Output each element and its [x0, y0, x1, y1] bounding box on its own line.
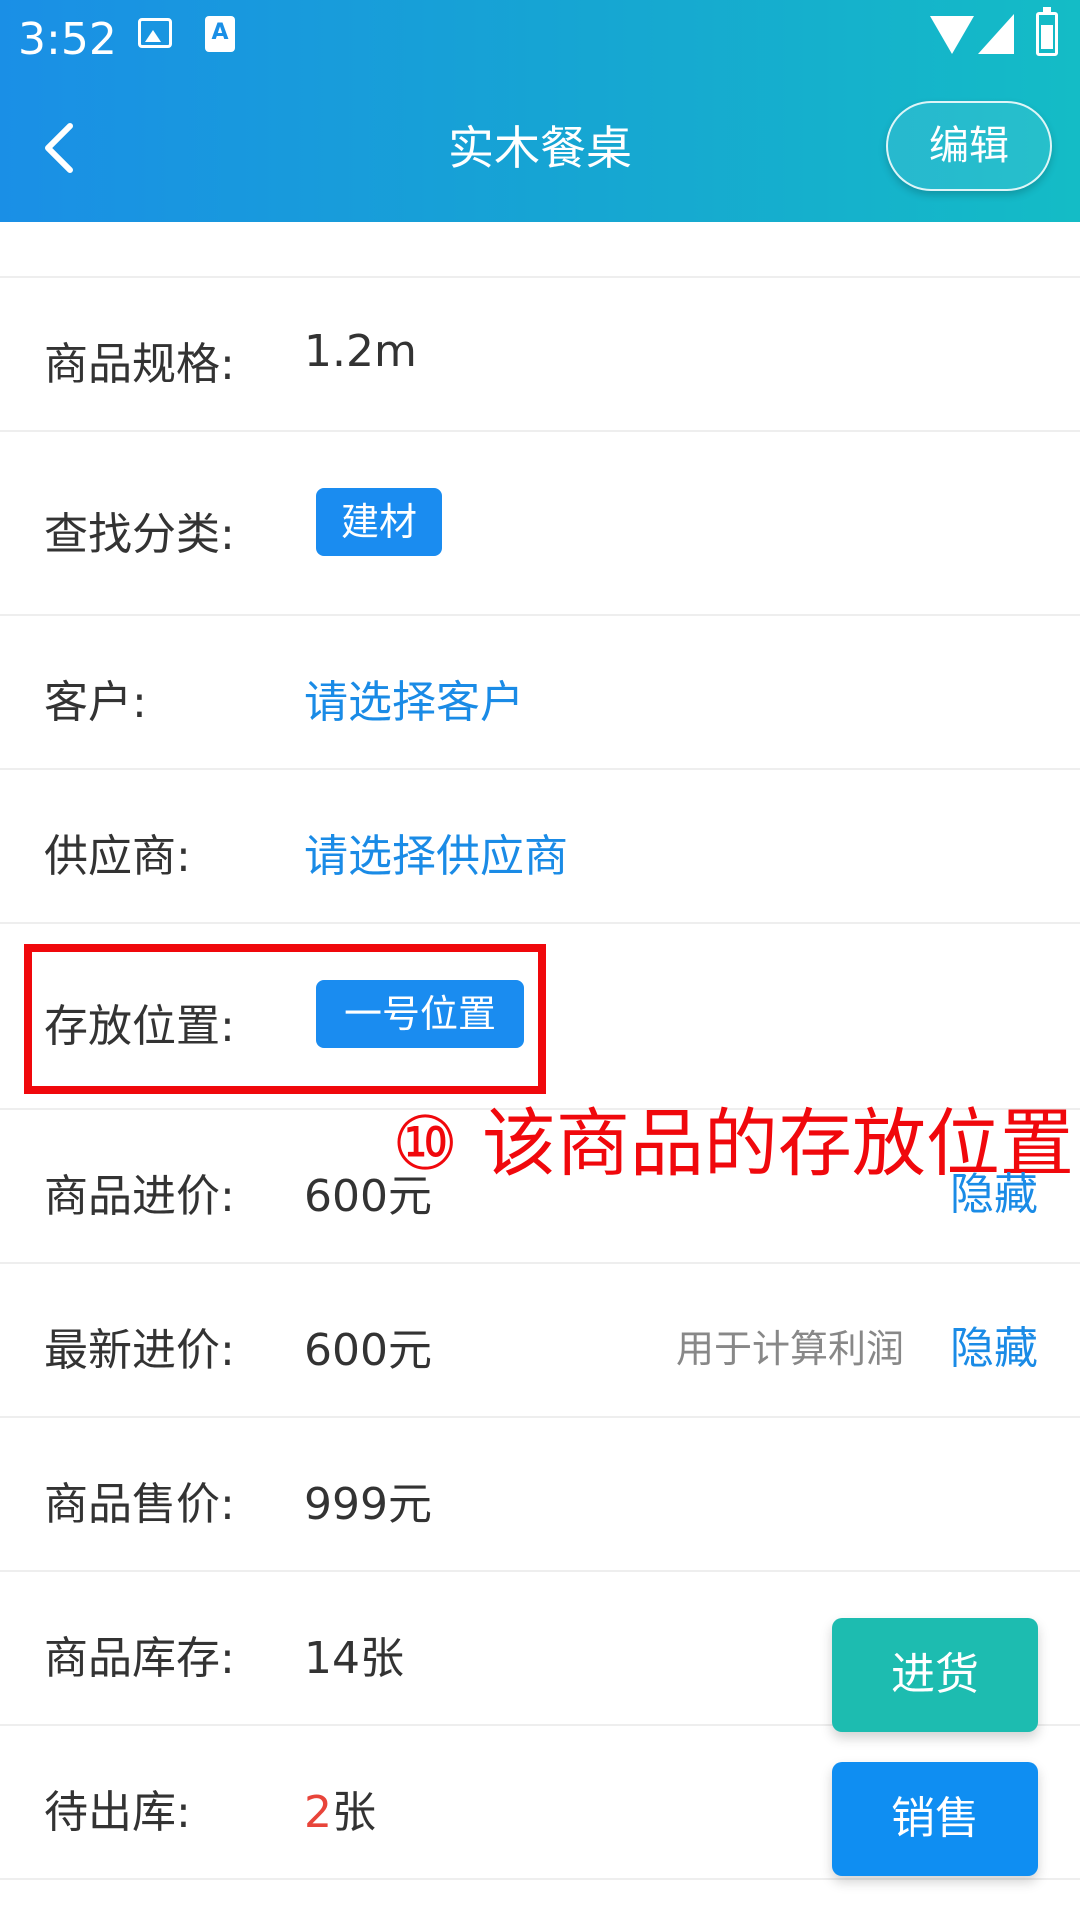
- pending-count: 2: [304, 1787, 332, 1838]
- divider: [0, 1570, 1080, 1572]
- location-highlight-box: [24, 944, 546, 1094]
- spec-value: 1.2m: [304, 326, 417, 377]
- divider: [0, 768, 1080, 770]
- edit-button[interactable]: 编辑: [886, 101, 1052, 191]
- hide-purchase-price-link[interactable]: 隐藏: [950, 1158, 1038, 1222]
- latest-price-label: 最新进价:: [44, 1325, 235, 1376]
- divider: [0, 614, 1080, 616]
- supplier-label: 供应商:: [44, 831, 191, 882]
- purchase-price-label: 商品进价:: [44, 1171, 235, 1222]
- sale-price-value: 999元: [304, 1479, 432, 1530]
- divider: [0, 430, 1080, 432]
- select-supplier-link[interactable]: 请选择供应商: [304, 820, 568, 884]
- wifi-icon: [930, 16, 974, 54]
- battery-icon: [1036, 7, 1058, 56]
- app-header: 3:52 A 实木餐桌 编辑: [0, 0, 1080, 222]
- category-label: 查找分类:: [44, 509, 235, 560]
- stock-label: 商品库存:: [44, 1633, 235, 1684]
- spec-label: 商品规格:: [44, 339, 235, 390]
- hide-latest-price-link[interactable]: 隐藏: [950, 1312, 1038, 1376]
- divider: [0, 1262, 1080, 1264]
- divider: [0, 1878, 1080, 1880]
- sale-price-label: 商品售价:: [44, 1479, 235, 1530]
- purchase-price-value: 600元: [304, 1171, 432, 1222]
- pending-unit: 张: [332, 1787, 376, 1838]
- sell-button[interactable]: 销售: [832, 1762, 1038, 1876]
- status-time: 3:52: [18, 14, 117, 65]
- category-tag[interactable]: 建材: [316, 488, 442, 556]
- stock-in-button[interactable]: 进货: [832, 1618, 1038, 1732]
- signal-icon: [978, 14, 1014, 54]
- pending-label: 待出库:: [44, 1787, 191, 1838]
- app-notification-icon: A: [205, 16, 235, 52]
- stock-value: 14张: [304, 1633, 404, 1684]
- select-customer-link[interactable]: 请选择客户: [304, 666, 524, 730]
- image-notification-icon: [138, 18, 172, 48]
- profit-hint: 用于计算利润: [676, 1327, 905, 1371]
- customer-label: 客户:: [44, 677, 147, 728]
- divider: [0, 922, 1080, 924]
- pending-value: 2张: [304, 1776, 376, 1840]
- latest-price-value: 600元: [304, 1325, 432, 1376]
- divider: [0, 276, 1080, 278]
- divider: [0, 1416, 1080, 1418]
